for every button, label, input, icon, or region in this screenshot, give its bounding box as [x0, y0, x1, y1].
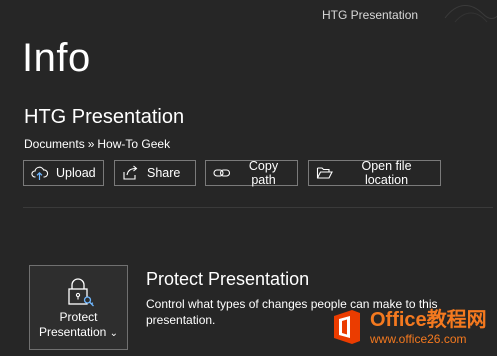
- breadcrumb-item-how-to-geek[interactable]: How-To Geek: [97, 137, 170, 151]
- lock-key-icon: [67, 278, 94, 307]
- share-label: Share: [147, 166, 181, 180]
- protect-tile-label-line1: Protect: [59, 310, 98, 324]
- link-icon: [213, 169, 231, 177]
- open-file-location-label: Open file location: [361, 159, 412, 187]
- protect-tile-label-line2: Presentation ⌄: [39, 325, 118, 341]
- protect-tile-label-text: Presentation: [38, 325, 107, 339]
- open-file-location-button[interactable]: Open file location: [308, 159, 441, 187]
- breadcrumb-item-documents[interactable]: Documents: [24, 137, 85, 151]
- watermark: Office教程网 www.office26.com: [330, 298, 497, 356]
- share-button[interactable]: Share: [114, 160, 196, 186]
- upload-label: Upload: [56, 166, 96, 180]
- protect-presentation-button[interactable]: Protect Presentation ⌄: [29, 265, 128, 350]
- section-divider: [23, 207, 493, 208]
- share-icon: [123, 165, 138, 180]
- folder-open-icon: [316, 167, 333, 179]
- office-logo-icon: [334, 310, 360, 344]
- page-title: Info: [22, 36, 91, 80]
- protect-section-title: Protect Presentation: [146, 269, 310, 289]
- chevron-down-icon: ⌄: [109, 328, 119, 339]
- upload-button[interactable]: Upload: [23, 160, 104, 186]
- decorative-lines: [444, 5, 497, 23]
- watermark-brand: Office教程网: [370, 308, 487, 331]
- protect-tile-label: Protect Presentation ⌄: [39, 310, 118, 341]
- copy-path-label: Copy path: [248, 159, 279, 187]
- document-name: HTG Presentation: [24, 106, 185, 128]
- watermark-url: www.office26.com: [370, 331, 467, 346]
- cloud-upload-icon: [31, 166, 49, 180]
- titlebar-title: HTG Presentation: [322, 8, 419, 22]
- copy-path-button[interactable]: Copy path: [205, 159, 298, 187]
- breadcrumb-separator: »: [87, 137, 95, 151]
- breadcrumb: Documents » How-To Geek: [24, 137, 170, 151]
